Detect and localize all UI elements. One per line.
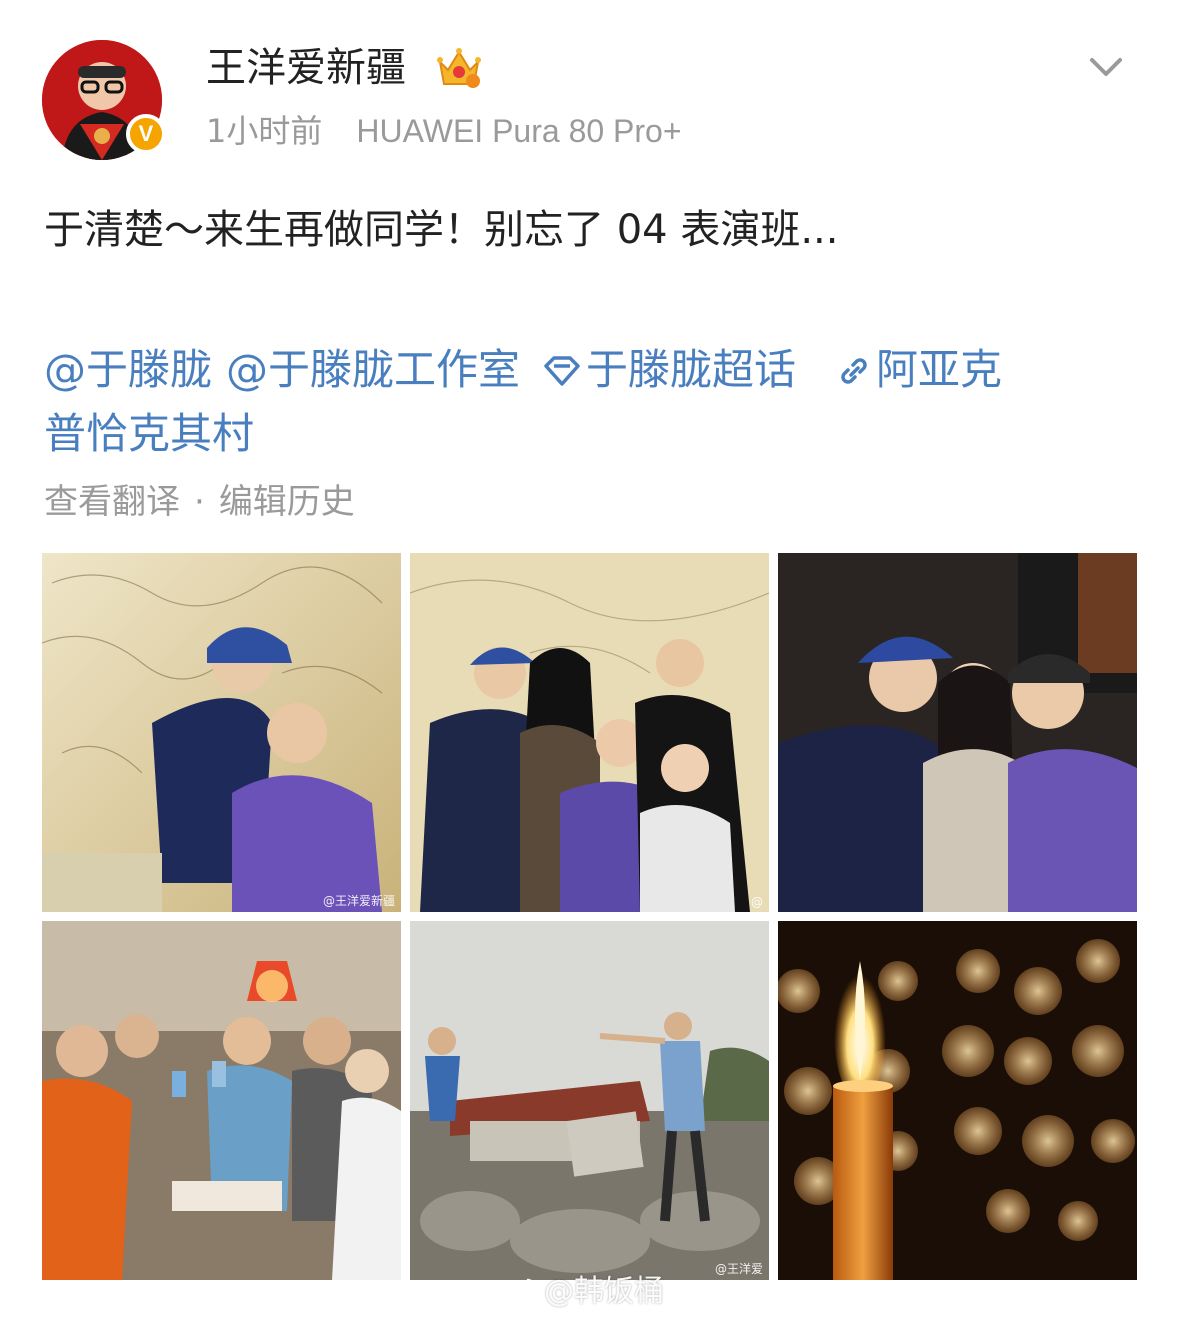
post-text: 于清楚～来生再做同学！别忘了 04 表演班... — [44, 207, 839, 253]
page-watermark-text: @韩饭桶 — [544, 1274, 664, 1309]
photo-5[interactable]: @王洋爱 — [410, 921, 769, 1280]
post-meta: 1小时前 HUAWEI Pura 80 Pro+ — [206, 108, 682, 154]
photo-watermark: @ — [751, 895, 763, 909]
translate-link[interactable]: 查看翻译 — [44, 482, 180, 522]
weibo-logo-icon — [500, 1275, 540, 1307]
location-label-line2[interactable]: 普恰克其村 — [44, 409, 254, 458]
photo-1[interactable]: @王洋爱新疆 — [42, 553, 401, 912]
crown-badge-icon[interactable] — [436, 46, 482, 90]
mention-link[interactable]: @于滕胧 — [44, 345, 212, 394]
mention-link[interactable]: @于滕胧工作室 — [226, 345, 520, 394]
topic-diamond-icon — [544, 356, 580, 386]
verified-badge-icon: V — [126, 114, 166, 154]
page-watermark: @韩饭桶 — [500, 1270, 664, 1314]
photo-4[interactable] — [42, 921, 401, 1280]
link-icon — [841, 358, 867, 384]
location-link[interactable]: 阿亚克 — [836, 345, 1002, 394]
topic-label: 于滕胧超话 — [586, 345, 797, 394]
post-actions: 查看翻译 · 编辑历史 — [44, 476, 355, 528]
photo-watermark: @王洋爱新疆 — [322, 894, 395, 908]
author-name[interactable]: 王洋爱新疆 — [206, 40, 406, 96]
topic-link[interactable]: 于滕胧超话 — [542, 345, 796, 394]
post-links: @于滕胧 @于滕胧工作室 于滕胧超话 阿亚克普恰克其村 — [44, 338, 1144, 466]
post-time: 1小时前 — [206, 112, 323, 150]
edit-history-link[interactable]: 编辑历史 — [219, 482, 355, 522]
photo-6[interactable] — [778, 921, 1137, 1280]
photo-3[interactable] — [778, 553, 1137, 912]
photo-2[interactable]: @ — [410, 553, 769, 912]
chevron-down-icon[interactable] — [1086, 50, 1126, 84]
location-label-line1: 阿亚克 — [876, 345, 1003, 394]
photo-watermark: @王洋爱 — [714, 1262, 763, 1276]
post-device[interactable]: HUAWEI Pura 80 Pro+ — [356, 113, 681, 149]
separator: · — [194, 482, 205, 522]
